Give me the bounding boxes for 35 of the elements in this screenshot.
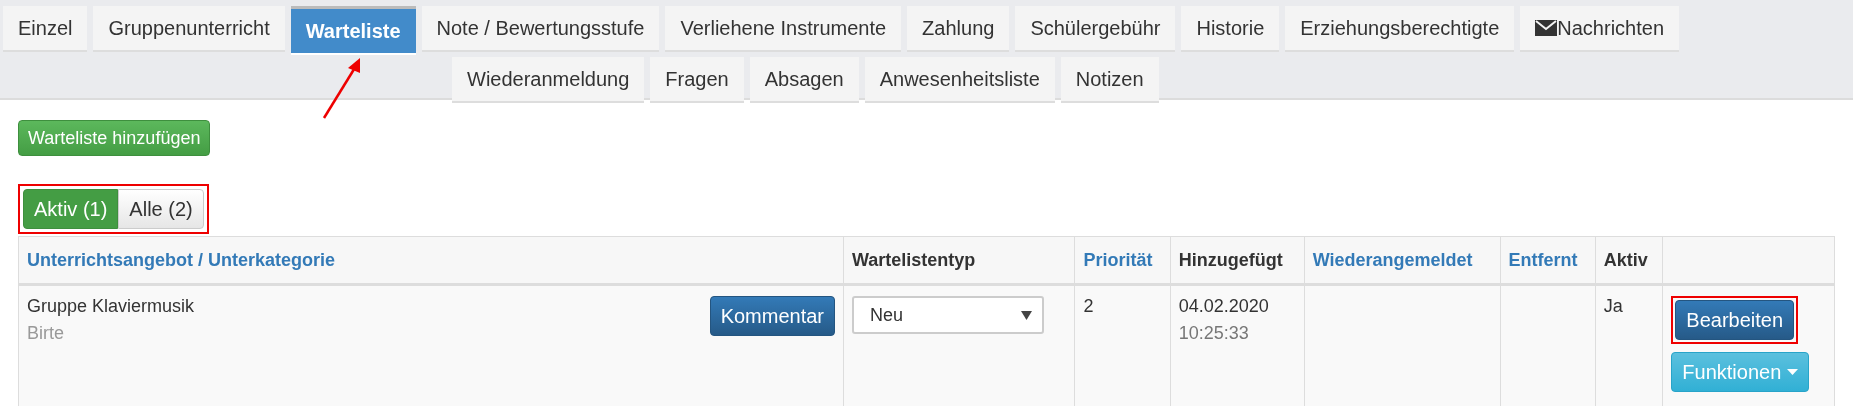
- subcategory: Birte: [27, 323, 65, 344]
- column-header: Hinzugefügt: [1170, 236, 1305, 285]
- table-cell-text: 2: [1083, 296, 1095, 317]
- column-header[interactable]: Entfernt: [1500, 236, 1596, 285]
- tab[interactable]: Erziehungsberechtigte: [1285, 6, 1515, 52]
- column-header: Aktiv: [1595, 236, 1663, 285]
- tab[interactable]: Fragen: [650, 57, 744, 103]
- tab[interactable]: Verliehene Instrumente: [665, 6, 902, 52]
- tab[interactable]: Absagen: [749, 57, 859, 103]
- table-cell-text: Ja: [1603, 296, 1624, 317]
- added-date: 04.02.2020: [1178, 296, 1270, 317]
- tab[interactable]: Note / Bewertungsstufe: [421, 6, 660, 52]
- tab[interactable]: Zahlung: [907, 6, 1010, 52]
- caret-icon: [1787, 369, 1799, 375]
- filter-tab[interactable]: Alle (2): [118, 189, 204, 229]
- column-header: Wartelistentyp: [843, 236, 1075, 285]
- tab[interactable]: Schülergebühr: [1015, 6, 1176, 52]
- added-time: 10:25:33: [1178, 323, 1250, 344]
- tab[interactable]: Wiederanmeldung: [452, 57, 645, 103]
- tab[interactable]: Nachrichten: [1520, 6, 1679, 52]
- envelope-icon: [1535, 20, 1558, 36]
- type-select[interactable]: Neu: [852, 296, 1044, 334]
- course-name: Gruppe Klaviermusik: [27, 296, 195, 317]
- caret-icon: [1021, 310, 1032, 320]
- column-header[interactable]: Wiederangemeldet: [1304, 236, 1501, 285]
- column-header[interactable]: Unterrichtsangebot / Unterkategorie: [18, 236, 844, 285]
- tab[interactable]: Anwesenheitsliste: [864, 57, 1055, 103]
- tab[interactable]: Notizen: [1060, 57, 1159, 103]
- tab[interactable]: Gruppenunterricht: [93, 6, 285, 52]
- tab[interactable]: Einzel: [3, 6, 88, 52]
- edit-button[interactable]: Bearbeiten: [1675, 300, 1795, 340]
- tab[interactable]: Historie: [1181, 6, 1280, 52]
- comment-button[interactable]: Kommentar: [709, 296, 835, 336]
- column-header[interactable]: Priorität: [1074, 236, 1171, 285]
- tab[interactable]: Warteliste: [290, 6, 416, 55]
